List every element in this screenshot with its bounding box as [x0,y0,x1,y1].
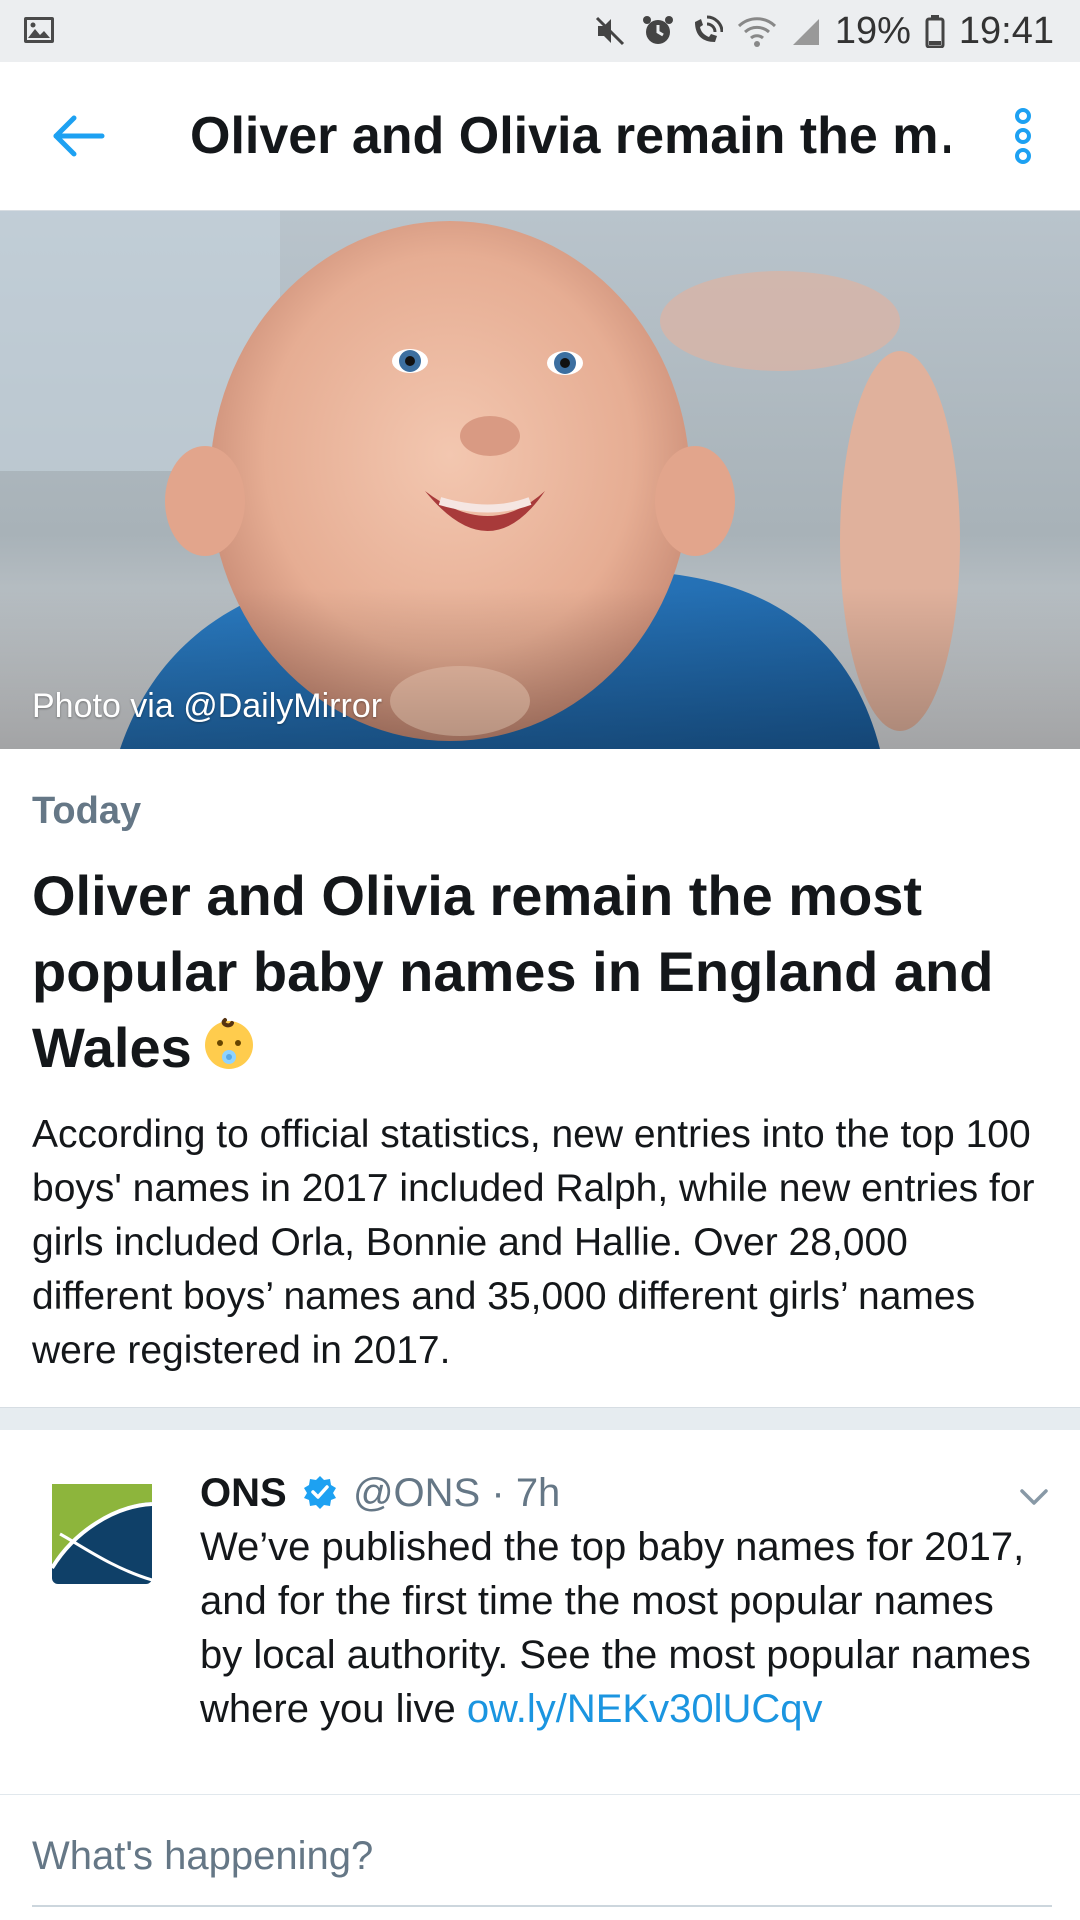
page-title: Oliver and Olivia remain the m… [190,107,950,165]
wifi-icon [737,14,777,48]
wifi-call-icon [689,14,723,48]
hero-image[interactable]: Photo via @DailyMirror [0,211,1080,749]
ons-avatar[interactable] [50,1484,153,1589]
section-divider [0,1407,1080,1430]
compose-input[interactable]: What's happening? [32,1834,373,1879]
tweet-time: 7h [515,1471,561,1515]
verified-badge-icon [302,1470,338,1524]
alarm-icon [641,14,675,48]
app-bar: Oliver and Olivia remain the m… [0,62,1080,211]
tweet-divider [0,1794,1080,1795]
tweet-link[interactable]: ow.ly/​NEKv30lUCqv [467,1687,823,1731]
status-bar: 19% 19:41 [0,0,1080,62]
date-label: Today [32,790,142,832]
tweet-text: We’ve published the top baby names for 2… [200,1520,1040,1736]
back-arrow-icon[interactable] [50,114,106,163]
tweet-header: ONS @ONS · 7h [200,1466,560,1524]
more-options-icon[interactable] [1008,106,1038,171]
tweet-author-name[interactable]: ONS [200,1471,287,1515]
clock-time: 19:41 [958,9,1054,52]
baby-emoji-icon [200,1014,258,1091]
baby-photo [0,211,1080,749]
article-headline: Oliver and Olivia remain the most popula… [32,858,1032,1091]
photo-credit: Photo via @DailyMirror [32,687,383,725]
battery-icon [925,14,945,48]
signal-icon [791,15,821,47]
tweet-card[interactable]: ONS @ONS · 7h We’ve published the top ba… [0,1430,1080,1794]
compose-underline [32,1905,1052,1907]
tweet-separator: · [491,1471,505,1515]
mute-icon [593,14,627,48]
article-summary: According to official statistics, new en… [32,1113,1035,1372]
gallery-notification-icon [22,14,56,51]
headline-text: Oliver and Olivia remain the most popula… [32,864,994,1079]
chevron-down-icon[interactable] [1018,1486,1050,1513]
battery-percent: 19% [834,9,911,52]
tweet-handle[interactable]: @ONS [353,1471,480,1515]
